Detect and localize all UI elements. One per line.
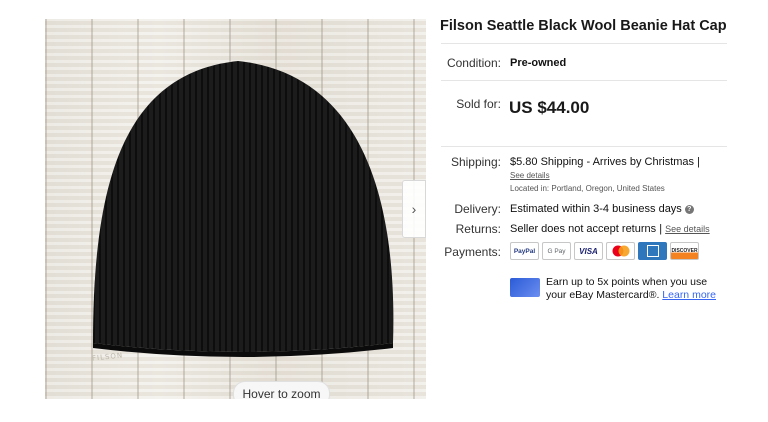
condition-value: Pre-owned xyxy=(510,57,567,69)
credit-card-icon xyxy=(510,278,540,297)
learn-more-link[interactable]: Learn more xyxy=(662,289,716,301)
info-icon[interactable]: ? xyxy=(684,204,694,214)
paypal-icon: PayPal xyxy=(510,242,539,260)
item-title: Filson Seattle Black Wool Beanie Hat Cap xyxy=(440,18,727,34)
visa-icon: VISA xyxy=(574,242,603,260)
returns-value: Seller does not accept returns | xyxy=(510,223,663,235)
promo-line1: Earn up to 5x points when you use xyxy=(546,276,708,288)
sold-price: US $44.00 xyxy=(509,98,590,117)
shipping-label: Shipping: xyxy=(450,155,501,169)
divider xyxy=(441,80,727,81)
payment-methods: PayPal G Pay VISA DISCOVER xyxy=(510,242,699,260)
google-pay-icon: G Pay xyxy=(542,242,571,260)
delivery-value: Estimated within 3-4 business days xyxy=(510,203,682,215)
hover-to-zoom-label: Hover to zoom xyxy=(233,381,330,399)
payments-label: Payments: xyxy=(444,245,501,259)
divider xyxy=(441,43,727,44)
returns-see-details-link[interactable]: See details xyxy=(665,224,710,234)
promo-line2: your eBay Mastercard®. xyxy=(546,289,660,301)
shipping-see-details-link[interactable]: See details xyxy=(510,171,550,180)
chevron-right-icon: › xyxy=(411,201,417,217)
shipping-value: $5.80 Shipping - Arrives by Christmas | xyxy=(510,156,700,168)
amex-icon xyxy=(638,242,667,260)
discover-icon: DISCOVER xyxy=(670,242,699,260)
returns-label: Returns: xyxy=(455,222,501,236)
condition-label: Condition: xyxy=(446,56,501,70)
product-image-gallery[interactable]: FILSON Hover to zoom xyxy=(45,19,426,399)
beanie-image xyxy=(93,61,394,357)
divider xyxy=(441,146,727,147)
delivery-label: Delivery: xyxy=(454,202,501,216)
item-location: Located in: Portland, Oregon, United Sta… xyxy=(510,184,665,193)
sold-for-label: Sold for: xyxy=(456,97,501,111)
mastercard-icon xyxy=(606,242,635,260)
